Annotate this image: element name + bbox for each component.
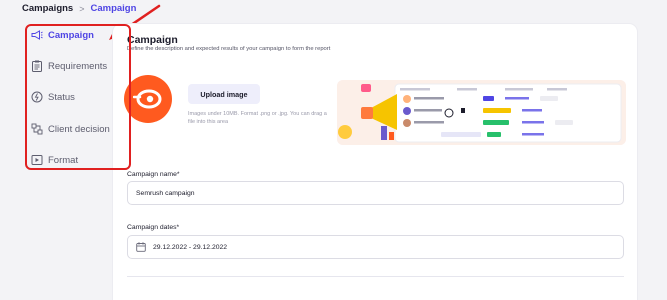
sidebar-item-label: Client decision bbox=[48, 123, 110, 135]
status-icon bbox=[31, 91, 43, 103]
divider bbox=[127, 276, 624, 277]
campaign-dates-value: 29.12.2022 - 29.12.2022 bbox=[153, 243, 228, 251]
upload-image-button[interactable]: Upload image bbox=[188, 84, 260, 104]
campaign-name-input[interactable]: Semrush campaign bbox=[127, 181, 624, 205]
breadcrumb-separator: > bbox=[79, 3, 85, 14]
sidebar-nav: Campaign Requirements Status Client deci… bbox=[25, 20, 131, 170]
decision-icon bbox=[31, 123, 43, 135]
format-icon bbox=[31, 154, 43, 166]
sidebar-item-label: Requirements bbox=[48, 60, 108, 72]
campaign-preview-image bbox=[337, 80, 626, 145]
sidebar-item-requirements[interactable]: Requirements bbox=[25, 55, 131, 77]
campaign-name-value: Semrush campaign bbox=[136, 189, 195, 197]
section-title: Campaign bbox=[127, 34, 178, 46]
upload-hint: Images under 10MB. Format .png or .jpg. … bbox=[188, 111, 327, 125]
clipboard-icon bbox=[31, 60, 43, 72]
sidebar-item-label: Campaign bbox=[48, 29, 94, 41]
sidebar-item-client-decision[interactable]: Client decision bbox=[25, 118, 131, 140]
sidebar-item-format[interactable]: Format bbox=[25, 149, 131, 171]
breadcrumb-current: Campaign bbox=[90, 3, 137, 14]
sidebar-item-label: Format bbox=[48, 154, 79, 166]
semrush-logo-icon bbox=[124, 75, 172, 123]
campaign-dates-input[interactable]: 29.12.2022 - 29.12.2022 bbox=[127, 235, 624, 259]
sidebar-item-status[interactable]: Status bbox=[25, 86, 131, 108]
sidebar-item-campaign[interactable]: Campaign bbox=[25, 24, 131, 46]
campaign-dates-label: Campaign dates* bbox=[127, 224, 180, 231]
breadcrumb-campaigns-link[interactable]: Campaigns bbox=[22, 3, 73, 14]
section-subtitle: Define the description and expected resu… bbox=[127, 46, 331, 52]
breadcrumb: Campaigns > Campaign bbox=[22, 3, 136, 14]
campaign-name-label: Campaign name* bbox=[127, 171, 180, 178]
megaphone-icon bbox=[31, 29, 43, 41]
calendar-icon bbox=[136, 242, 146, 252]
sidebar-item-label: Status bbox=[48, 91, 75, 103]
campaign-panel: Campaign Define the description and expe… bbox=[113, 24, 637, 300]
